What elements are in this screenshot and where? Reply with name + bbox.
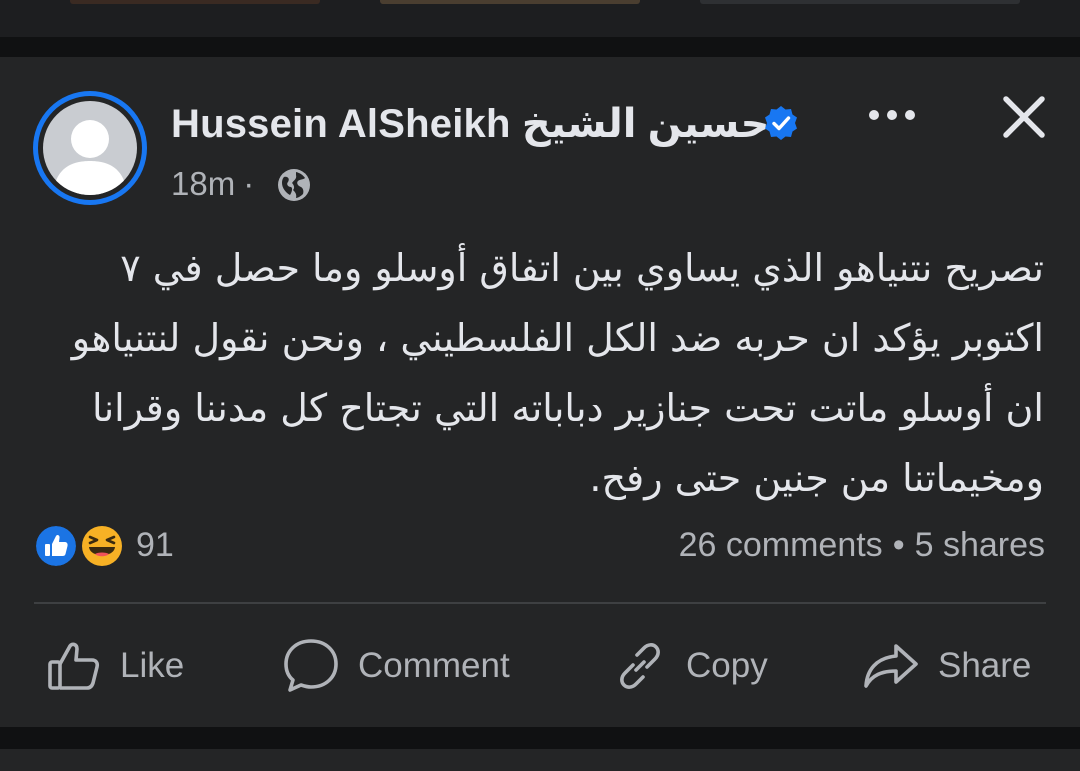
stats-separator: • bbox=[892, 526, 905, 564]
post-body: تصريح نتنياهو الذي يساوي بين اتفاق أوسلو… bbox=[34, 233, 1044, 513]
avatar[interactable] bbox=[43, 101, 137, 195]
public-globe-icon[interactable] bbox=[276, 167, 312, 203]
comments-count[interactable]: 26 comments bbox=[679, 526, 883, 564]
copy-label: Copy bbox=[686, 646, 768, 685]
like-button[interactable]: Like bbox=[46, 631, 184, 701]
link-icon bbox=[620, 643, 660, 689]
post-body-line: ومخيماتنا من جنين حتى رفح. bbox=[589, 456, 1044, 500]
post-time[interactable]: 18m bbox=[171, 165, 235, 202]
comment-button[interactable]: Comment bbox=[282, 631, 510, 701]
engagement-stats: 26 comments • 5 shares bbox=[679, 526, 1045, 565]
haha-reaction-icon bbox=[79, 523, 125, 569]
more-options-icon[interactable] bbox=[864, 97, 920, 133]
reaction-count: 91 bbox=[136, 526, 174, 564]
default-profile-icon bbox=[53, 120, 127, 195]
next-post-edge bbox=[0, 749, 1080, 771]
story-ring[interactable] bbox=[33, 91, 147, 205]
previous-image-edge bbox=[700, 0, 1020, 4]
comment-bubble-icon bbox=[284, 639, 338, 692]
post-meta: 18m · bbox=[171, 165, 262, 203]
post-card: Hussein AlSheikh حسين الشيخ 18m · تصريح ن… bbox=[0, 57, 1080, 727]
post-body-line: تصريح نتنياهو الذي يساوي بين اتفاق أوسلو… bbox=[120, 246, 1044, 290]
meta-separator: · bbox=[243, 165, 255, 202]
shares-count[interactable]: 5 shares bbox=[915, 526, 1045, 564]
comment-label: Comment bbox=[358, 646, 510, 685]
verified-badge-icon bbox=[765, 106, 797, 140]
feed-gap bbox=[0, 727, 1080, 749]
share-arrow-icon bbox=[864, 644, 918, 688]
close-icon[interactable] bbox=[1000, 93, 1048, 141]
author-name[interactable]: Hussein AlSheikh حسين الشيخ bbox=[171, 101, 769, 147]
previous-post-edge bbox=[0, 0, 1080, 37]
thumbs-up-icon bbox=[48, 642, 100, 690]
share-label: Share bbox=[938, 646, 1032, 685]
share-button[interactable]: Share bbox=[862, 631, 1031, 701]
post-body-line: اكتوبر يؤكد ان حربه ضد الكل الفلسطيني ، … bbox=[71, 316, 1044, 360]
like-label: Like bbox=[120, 646, 185, 685]
feed-gap bbox=[0, 37, 1080, 57]
post-body-line: ان أوسلو ماتت تحت جنازير دباباته التي تج… bbox=[91, 386, 1044, 430]
like-reaction-icon bbox=[34, 524, 78, 568]
copy-link-button[interactable]: Copy bbox=[612, 631, 768, 701]
divider bbox=[34, 602, 1046, 604]
previous-image-edge bbox=[380, 0, 640, 4]
previous-image-edge bbox=[70, 0, 320, 4]
